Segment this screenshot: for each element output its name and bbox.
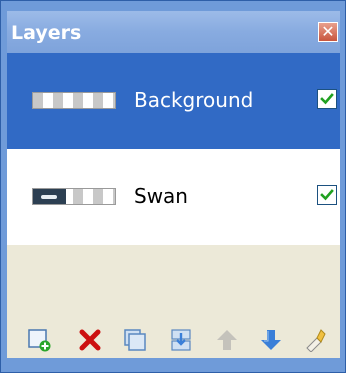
panel-title: Layers (11, 22, 82, 44)
layers-toolbar (7, 318, 340, 358)
move-layer-down-icon (261, 330, 281, 350)
add-layer-button[interactable] (27, 328, 51, 352)
layer-name: Swan (134, 184, 188, 208)
layer-row-background[interactable]: Background (7, 53, 340, 149)
duplicate-layer-button[interactable] (123, 328, 147, 352)
checkmark-icon (320, 93, 334, 105)
layer-properties-icon (306, 329, 326, 353)
add-layer-icon (28, 329, 51, 352)
layer-visibility-checkbox[interactable] (317, 89, 337, 109)
layer-properties-button[interactable] (303, 328, 327, 353)
layers-titlebar[interactable]: Layers ✕ (7, 11, 340, 53)
layer-visibility-checkbox[interactable] (317, 185, 337, 205)
duplicate-layer-icon (124, 329, 146, 351)
swan-mark (41, 195, 57, 199)
delete-layer-button[interactable] (78, 328, 102, 352)
move-layer-up-button[interactable] (215, 328, 239, 352)
layers-panel: Background Swan (7, 53, 340, 358)
merge-down-icon (171, 329, 191, 351)
close-icon: ✕ (321, 22, 335, 41)
move-layer-down-button[interactable] (259, 328, 283, 352)
layer-list: Background Swan (7, 53, 340, 245)
close-button[interactable]: ✕ (318, 22, 338, 42)
layer-row-swan[interactable]: Swan (7, 149, 340, 245)
merge-down-button[interactable] (169, 328, 193, 352)
layer-name: Background (134, 88, 254, 112)
layers-window: Layers ✕ Background Swan (0, 0, 346, 373)
delete-layer-icon (79, 329, 101, 351)
checkmark-icon (320, 189, 334, 201)
layer-thumbnail (32, 92, 116, 109)
layer-thumbnail (32, 188, 116, 205)
move-layer-up-icon (217, 330, 237, 350)
